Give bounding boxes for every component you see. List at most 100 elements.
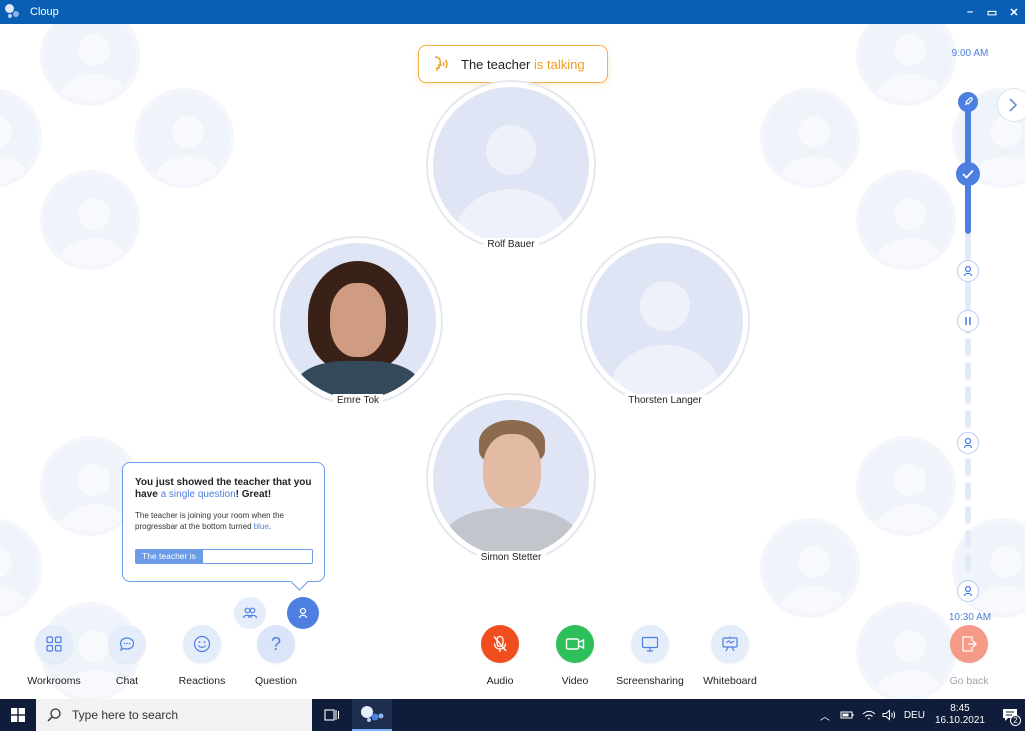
search-icon — [47, 708, 61, 722]
classroom-stage: The teacher is talking Rolf Bauer Emre T… — [0, 24, 1025, 699]
participant-tile[interactable]: Rolf Bauer — [426, 80, 596, 251]
audio-button[interactable]: Audio — [460, 625, 540, 687]
avatar-placeholder — [587, 243, 743, 399]
question-mark-icon: ? — [270, 633, 281, 654]
participant-tile[interactable]: Simon Stetter — [426, 393, 596, 564]
popover-description: The teacher is joining your room when th… — [135, 511, 284, 531]
go-back-label: Go back — [949, 675, 989, 687]
timeline-start-time: 9:00 AM — [951, 48, 989, 59]
participant-name: Simon Stetter — [476, 551, 546, 564]
wifi-icon[interactable] — [862, 709, 876, 721]
banner-text: The teacher is talking — [461, 56, 585, 72]
reactions-label: Reactions — [178, 675, 226, 687]
exit-door-icon — [962, 636, 977, 652]
rocket-icon — [964, 97, 973, 106]
screensharing-label: Screensharing — [616, 675, 684, 687]
windows-taskbar: Type here to search ︿ DEU 8:45 16.10.202… — [0, 699, 1025, 731]
empty-seat — [40, 170, 140, 270]
timeline-person-node[interactable] — [957, 260, 979, 282]
question-info-popover: You just showed the teacher that you hav… — [122, 462, 325, 582]
whiteboard-button[interactable]: Whiteboard — [690, 625, 770, 687]
timeline-person-node[interactable] — [957, 580, 979, 602]
timeline-pause-node[interactable] — [957, 310, 979, 332]
empty-seat — [760, 518, 860, 618]
avatar-placeholder — [433, 87, 589, 243]
participant-video — [433, 400, 589, 556]
person-icon — [963, 265, 973, 277]
group-icon — [242, 607, 258, 619]
person-icon — [298, 607, 308, 619]
pause-icon — [965, 317, 971, 325]
monitor-icon — [641, 636, 659, 652]
speaking-head-icon — [434, 56, 448, 71]
taskbar-clock[interactable]: 8:45 16.10.2021 — [935, 703, 985, 727]
video-button[interactable]: Video — [535, 625, 615, 687]
video-label: Video — [561, 675, 589, 687]
clock-date: 16.10.2021 — [934, 715, 985, 726]
empty-seat — [0, 88, 42, 188]
teacher-talking-banner: The teacher is talking — [418, 45, 608, 83]
check-icon — [962, 169, 974, 179]
person-icon — [963, 585, 973, 597]
keyboard-language[interactable]: DEU — [904, 710, 925, 721]
notification-count-badge: 2 — [1010, 715, 1021, 726]
teacher-join-progressbar: The teacher is — [135, 549, 313, 564]
participant-name: Thorsten Langer — [624, 394, 706, 407]
window-title: Cloup — [30, 6, 59, 18]
chat-label: Chat — [115, 675, 139, 687]
smiley-icon — [193, 635, 211, 653]
system-tray: ︿ DEU 8:45 16.10.2021 2 — [820, 699, 1025, 731]
taskbar-search-box[interactable]: Type here to search — [36, 699, 312, 731]
go-back-button[interactable]: Go back — [929, 625, 1009, 687]
search-placeholder: Type here to search — [72, 708, 179, 722]
grid-icon — [46, 636, 62, 652]
workrooms-label: Workrooms — [27, 675, 81, 687]
screensharing-button[interactable]: Screensharing — [610, 625, 690, 687]
participant-video — [280, 243, 436, 399]
workrooms-button[interactable]: Workrooms — [14, 625, 94, 687]
minimize-button[interactable]: – — [959, 0, 981, 24]
empty-seat — [0, 518, 42, 618]
windows-logo-icon — [11, 708, 25, 722]
camera-icon — [565, 638, 585, 650]
chat-button[interactable]: Chat — [87, 625, 167, 687]
task-view-icon — [324, 709, 340, 721]
timeline-end-time: 10:30 AM — [948, 612, 992, 623]
task-view-button[interactable] — [312, 699, 352, 731]
participant-tile[interactable]: Thorsten Langer — [580, 236, 750, 407]
reactions-button[interactable]: Reactions — [162, 625, 242, 687]
participant-name: Emre Tok — [332, 394, 384, 407]
start-button[interactable] — [0, 699, 36, 731]
audio-label: Audio — [486, 675, 514, 687]
question-label: Question — [254, 675, 298, 687]
question-button[interactable]: ? Question — [236, 625, 316, 687]
chat-bubble-icon — [119, 637, 135, 652]
maximize-button[interactable]: ▭ — [981, 0, 1003, 24]
progress-fill: The teacher is — [136, 550, 203, 563]
cloup-logo-icon — [361, 706, 384, 722]
empty-seat — [760, 88, 860, 188]
close-button[interactable]: ✕ — [1003, 0, 1025, 24]
timeline-checkpoint-done[interactable] — [956, 162, 980, 186]
timeline-start-node[interactable] — [958, 92, 978, 112]
chevron-up-icon[interactable]: ︿ — [820, 708, 830, 723]
timeline-person-node[interactable] — [957, 432, 979, 454]
empty-seat — [134, 88, 234, 188]
expand-panel-button[interactable] — [997, 88, 1025, 122]
title-bar: Cloup – ▭ ✕ — [0, 0, 1025, 24]
app-logo-icon — [4, 3, 22, 21]
participant-name: Rolf Bauer — [483, 238, 539, 251]
whiteboard-label: Whiteboard — [703, 675, 757, 687]
clock-time: 8:45 — [950, 703, 970, 714]
participant-tile[interactable]: Emre Tok — [273, 236, 443, 407]
lesson-timeline: 9:00 AM 10:30 AM — [940, 48, 1000, 628]
cloup-taskbar-app[interactable] — [352, 699, 392, 731]
notification-center-button[interactable]: 2 — [995, 699, 1025, 731]
chevron-right-icon — [1009, 98, 1018, 112]
battery-icon[interactable] — [840, 710, 854, 720]
popover-headline: You just showed the teacher that you hav… — [135, 477, 312, 500]
empty-seat — [40, 24, 140, 106]
speaker-icon[interactable] — [882, 709, 896, 721]
microphone-muted-icon — [493, 635, 507, 652]
person-icon — [963, 437, 973, 449]
